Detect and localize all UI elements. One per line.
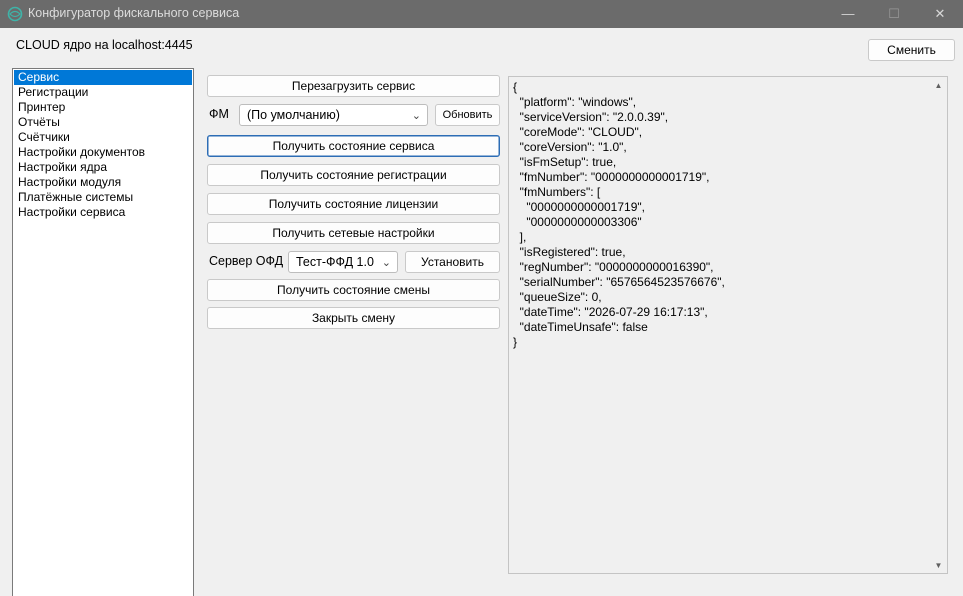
chevron-down-icon: ⌄ — [411, 110, 421, 122]
install-ofd-button[interactable]: Установить — [405, 251, 500, 273]
get-registration-state-button[interactable]: Получить состояние регистрации — [207, 164, 500, 186]
maximize-button[interactable]: ☐ — [871, 0, 917, 28]
close-button[interactable]: ✕ — [917, 0, 963, 28]
app-logo-icon — [7, 6, 23, 22]
sidebar-item-module-settings[interactable]: Настройки модуля — [14, 175, 192, 190]
sidebar-item-payment-systems[interactable]: Платёжные системы — [14, 190, 192, 205]
sidebar-item-service[interactable]: Сервис — [14, 70, 192, 85]
fm-select-value: (По умолчанию) — [247, 108, 340, 122]
refresh-fm-button[interactable]: Обновить — [435, 104, 500, 126]
scroll-down-arrow-icon[interactable]: ▼ — [930, 561, 947, 570]
sidebar-item-counters[interactable]: Счётчики — [14, 130, 192, 145]
fm-select[interactable]: (По умолчанию) ⌄ — [239, 104, 428, 126]
window-title: Конфигуратор фискального сервиса — [28, 6, 240, 20]
sidebar-item-reports[interactable]: Отчёты — [14, 115, 192, 130]
scroll-up-arrow-icon[interactable]: ▲ — [930, 81, 947, 90]
get-license-state-button[interactable]: Получить состояние лицензии — [207, 193, 500, 215]
sidebar-item-core-settings[interactable]: Настройки ядра — [14, 160, 192, 175]
sidebar-item-service-settings[interactable]: Настройки сервиса — [14, 205, 192, 220]
chevron-down-icon: ⌄ — [381, 257, 391, 269]
sidebar-item-registrations[interactable]: Регистрации — [14, 85, 192, 100]
response-json-text: { "platform": "windows", "serviceVersion… — [513, 80, 725, 349]
ofd-server-select-value: Тест-ФФД 1.0 — [296, 255, 374, 269]
get-network-settings-button[interactable]: Получить сетевые настройки — [207, 222, 500, 244]
get-service-state-button[interactable]: Получить состояние сервиса — [207, 135, 500, 157]
sidebar-item-document-settings[interactable]: Настройки документов — [14, 145, 192, 160]
change-core-button[interactable]: Сменить — [868, 39, 955, 61]
sidebar-item-printer[interactable]: Принтер — [14, 100, 192, 115]
minimize-button[interactable]: — — [825, 0, 871, 28]
ofd-server-label: Сервер ОФД — [209, 254, 284, 268]
title-bar: Конфигуратор фискального сервиса — ☐ ✕ — [0, 0, 963, 28]
output-scrollbar[interactable]: ▲ ▼ — [930, 77, 947, 573]
response-output-panel[interactable]: { "platform": "windows", "serviceVersion… — [508, 76, 948, 574]
sidebar-nav[interactable]: Сервис Регистрации Принтер Отчёты Счётчи… — [12, 68, 194, 596]
restart-service-button[interactable]: Перезагрузить сервис — [207, 75, 500, 97]
core-host-label: CLOUD ядро на localhost:4445 — [16, 38, 193, 52]
get-shift-state-button[interactable]: Получить состояние смены — [207, 279, 500, 301]
ofd-server-select[interactable]: Тест-ФФД 1.0 ⌄ — [288, 251, 398, 273]
fm-label: ФМ — [209, 107, 229, 121]
close-shift-button[interactable]: Закрыть смену — [207, 307, 500, 329]
